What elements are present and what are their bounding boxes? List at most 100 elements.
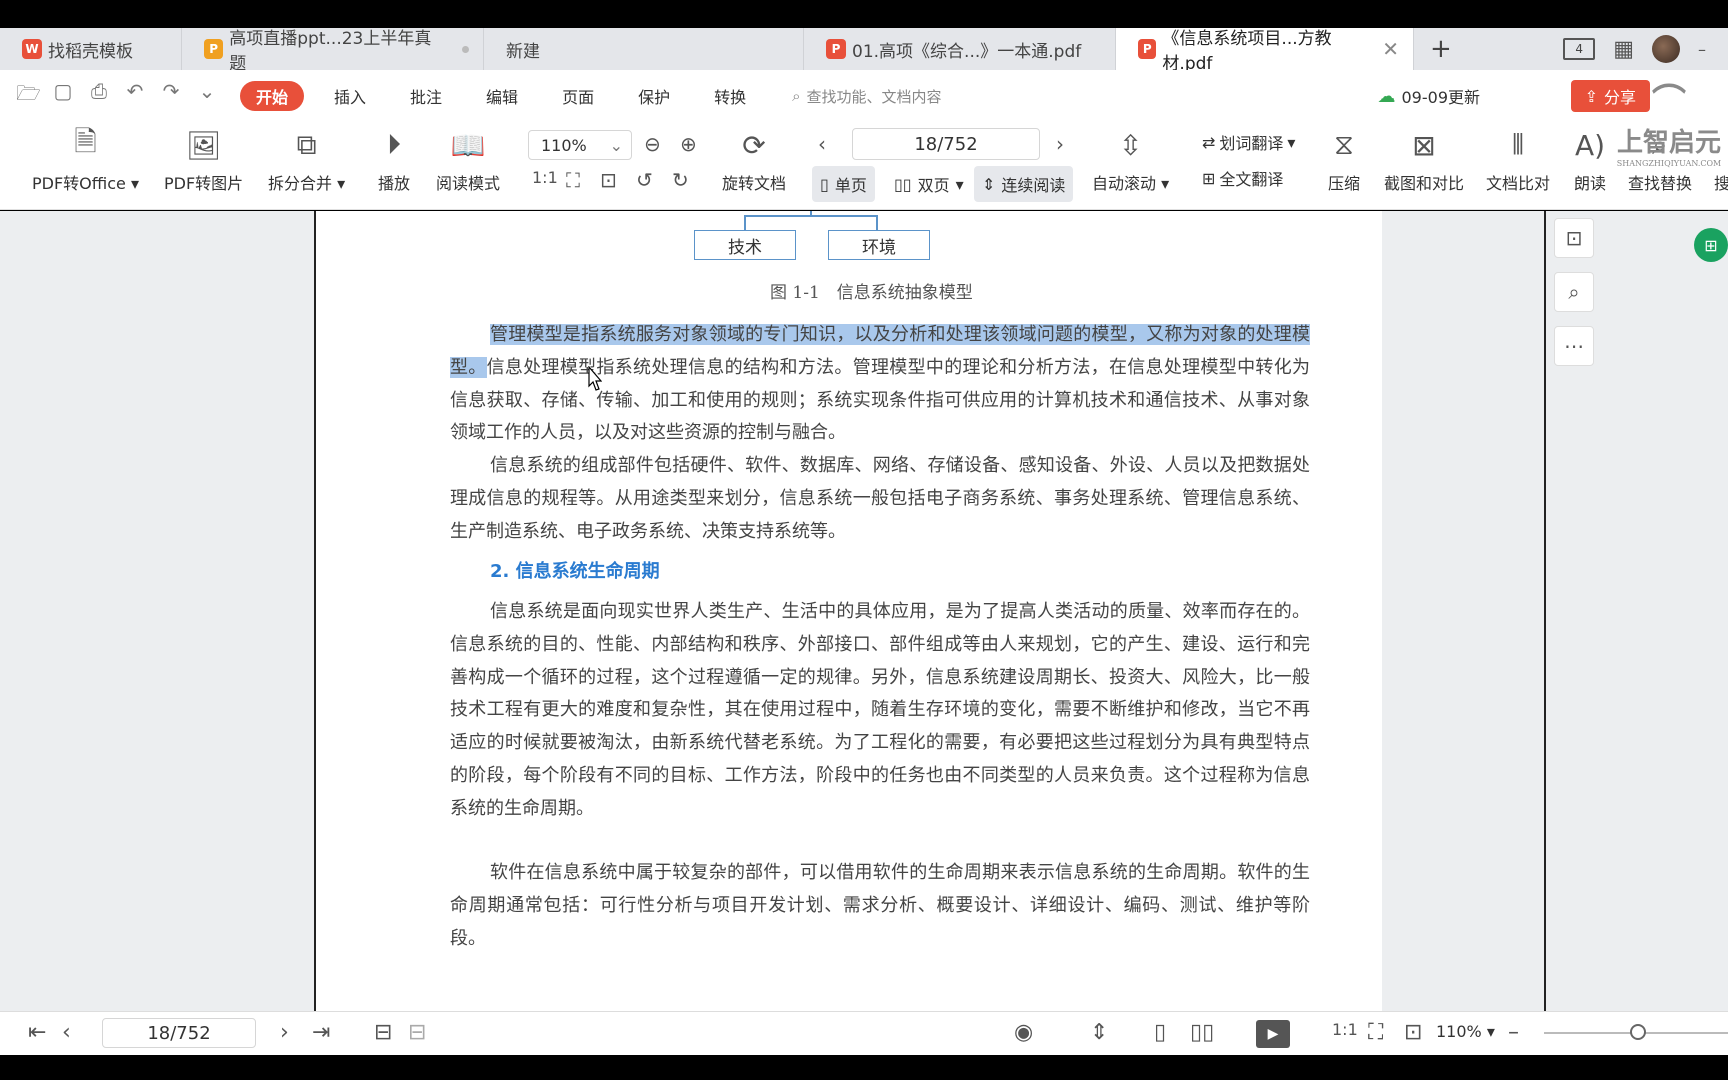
single-page-label: 单页 <box>834 176 867 195</box>
split-merge-button[interactable]: ⧉ 拆分合并 ▾ <box>268 126 345 194</box>
read-mode-button[interactable]: 📖 阅读模式 <box>436 126 500 194</box>
menu-start[interactable]: 开始 <box>240 81 305 111</box>
read-aloud-button[interactable]: A) 朗读 <box>1574 126 1606 194</box>
menu-convert[interactable]: 转换 <box>692 70 768 122</box>
function-search[interactable]: ⌕ 查找功能、文档内容 <box>792 86 941 107</box>
first-page-icon[interactable]: ⇤ <box>28 1020 46 1045</box>
continuous-read-button[interactable]: ⇕ 连续阅读 <box>974 166 1074 202</box>
ribbon-toolbar: 🗎 PDF转Office ▾ 🖼 PDF转图片 ⧉ 拆分合并 ▾ ⏵ 播放 📖 … <box>0 122 1728 210</box>
share-icon: ⇪ <box>1584 86 1598 106</box>
forward-icon[interactable]: ⊟ <box>408 1020 426 1045</box>
next-page-icon[interactable]: › <box>280 1020 289 1045</box>
thumbnail-icon[interactable]: ⊡ <box>1554 218 1594 258</box>
undo-icon[interactable]: ↶ <box>124 79 146 113</box>
read-aloud-label: 朗读 <box>1574 174 1607 193</box>
double-page-view-icon[interactable]: ▯▯ <box>1190 1020 1214 1045</box>
new-tab-button[interactable]: + <box>1414 28 1468 70</box>
back-icon[interactable]: ⊟ <box>374 1020 392 1045</box>
tab-label: 新建 <box>506 41 540 62</box>
rotate-doc-label: 旋转文档 <box>722 174 787 193</box>
search-placeholder: 查找功能、文档内容 <box>806 87 942 106</box>
tab-ppt[interactable]: P 高项直播ppt...23上半年真题 <box>182 28 484 74</box>
pdf-to-office-button[interactable]: 🗎 PDF转Office ▾ <box>32 125 139 194</box>
actual-size-icon[interactable]: 1:1 <box>1332 1020 1358 1039</box>
actual-size-icon[interactable]: 1:1 <box>532 168 558 187</box>
doc-compare-icon: ⫴ <box>1512 128 1524 161</box>
tab-pdf-textbook[interactable]: P 《信息系统项目...方教材.pdf ✕ <box>1116 28 1414 74</box>
word-translate-button[interactable]: ⇄ 划词翻译 ▾ <box>1202 130 1295 154</box>
play-button[interactable]: ⏵ 播放 <box>378 126 410 194</box>
update-status[interactable]: ☁ 09-09更新 <box>1378 84 1481 108</box>
read-mode-label: 阅读模式 <box>436 174 501 193</box>
print-icon[interactable]: ⎙ <box>88 79 110 113</box>
save-icon[interactable]: ▢ <box>52 79 74 113</box>
auto-scroll-button[interactable]: ⇳ 自动滚动 ▾ <box>1092 126 1169 194</box>
fit-width-icon[interactable]: ⊡ <box>600 168 617 192</box>
menu-annotate[interactable]: 批注 <box>388 70 464 122</box>
fit-page-icon[interactable]: ⛶ <box>566 168 580 192</box>
avatar[interactable] <box>1652 35 1680 63</box>
redo-icon[interactable]: ↷ <box>160 79 182 113</box>
tab-docer-templates[interactable]: W 找稻壳模板 <box>0 28 182 70</box>
continuous-view-icon[interactable]: ⇕ <box>1090 1020 1108 1045</box>
zoom-out-icon[interactable]: – <box>1508 1020 1519 1045</box>
window-count-icon[interactable]: 4 <box>1563 38 1596 60</box>
table-app-icon[interactable]: ⊞ <box>1694 228 1728 262</box>
minimize-icon[interactable]: – <box>1698 40 1718 59</box>
paragraph-1[interactable]: 管理模型是指系统服务对象领域的专门知识，以及分析和处理该领域问题的模型，又称为对… <box>450 319 1310 450</box>
zoom-slider-knob[interactable] <box>1630 1024 1646 1040</box>
fit-width-icon[interactable]: ⊡ <box>1404 1020 1422 1045</box>
single-page-button[interactable]: ▯ 单页 <box>812 166 875 202</box>
menu-edit[interactable]: 编辑 <box>464 70 540 122</box>
paragraph-4: 软件在信息系统中属于较复杂的部件，可以借用软件的生命周期来表示信息系统的生命周期… <box>450 862 1310 949</box>
chevron-down-icon[interactable]: ⌄ <box>196 79 218 113</box>
zoom-in-icon[interactable]: ⊕ <box>680 132 697 156</box>
prev-page-icon[interactable]: ‹ <box>62 1020 71 1045</box>
tab-new[interactable]: 新建 <box>484 28 804 70</box>
screenshot-compare-button[interactable]: ⊠ 截图和对比 <box>1384 126 1464 194</box>
unsaved-dot-icon <box>462 45 469 53</box>
rotate-right-icon[interactable]: ↻ <box>672 168 689 192</box>
diagram-connector <box>744 215 878 217</box>
rotate-left-icon[interactable]: ↺ <box>636 168 653 192</box>
diagram-box-technology: 技术 <box>694 230 796 260</box>
zoom-search-icon[interactable]: ⌕ <box>1554 272 1594 312</box>
play-slideshow-button[interactable]: ▶ <box>1256 1020 1290 1048</box>
full-translate-button[interactable]: ⊞ 全文翻译 <box>1202 166 1283 190</box>
rotate-doc-button[interactable]: ⟳ 旋转文档 <box>722 126 786 194</box>
doc-compare-button[interactable]: ⫴ 文档比对 <box>1486 126 1550 194</box>
auto-scroll-icon: ⇳ <box>1118 128 1143 162</box>
menu-protect[interactable]: 保护 <box>616 70 692 122</box>
tab-pdf-yibentong[interactable]: P 01.高项《综合...》一本通.pdf <box>804 28 1116 70</box>
compress-icon: ⧖ <box>1334 128 1354 161</box>
menu-page[interactable]: 页面 <box>540 70 616 122</box>
full-translate-label: 全文翻译 <box>1219 170 1284 189</box>
tab-label: 高项直播ppt...23上半年真题 <box>229 29 432 74</box>
grid-apps-icon[interactable]: ▦ <box>1613 37 1634 62</box>
fit-page-icon[interactable]: ⛶ <box>1368 1020 1383 1045</box>
double-page-label: 双页 <box>917 176 950 195</box>
double-page-button[interactable]: ▯▯ 双页 ▾ <box>886 166 972 202</box>
page-number-input[interactable]: 18/752 <box>852 128 1040 160</box>
watermark-logo: ⌒ 上智启元 SHANGZHIQIYUAN.COM <box>1610 82 1728 192</box>
compress-label: 压缩 <box>1328 174 1361 193</box>
last-page-icon[interactable]: ⇥ <box>312 1020 330 1045</box>
watermark-sub: SHANGZHIQIYUAN.COM <box>1616 159 1722 168</box>
status-zoom[interactable]: 110% ▾ <box>1436 1022 1495 1041</box>
zoom-select[interactable]: 110% ⌄ <box>528 130 632 160</box>
split-merge-label: 拆分合并 <box>268 174 333 193</box>
open-folder-icon[interactable]: 🗁 <box>16 79 41 113</box>
status-page-input[interactable]: 18/752 <box>102 1018 256 1048</box>
compress-button[interactable]: ⧖ 压缩 <box>1328 126 1360 194</box>
next-page-icon[interactable]: › <box>1056 132 1064 156</box>
eye-protect-icon[interactable]: ◉ <box>1014 1020 1033 1045</box>
double-page-icon: ▯▯ <box>894 174 912 194</box>
menu-insert[interactable]: 插入 <box>312 70 388 122</box>
prev-page-icon[interactable]: ‹ <box>818 132 826 156</box>
diagram-connector <box>876 215 878 231</box>
more-icon[interactable]: ⋯ <box>1554 326 1594 366</box>
single-page-view-icon[interactable]: ▯ <box>1154 1020 1166 1045</box>
zoom-out-icon[interactable]: ⊖ <box>644 132 661 156</box>
close-tab-icon[interactable]: ✕ <box>1382 37 1399 61</box>
pdf-to-image-button[interactable]: 🖼 PDF转图片 <box>164 126 243 194</box>
